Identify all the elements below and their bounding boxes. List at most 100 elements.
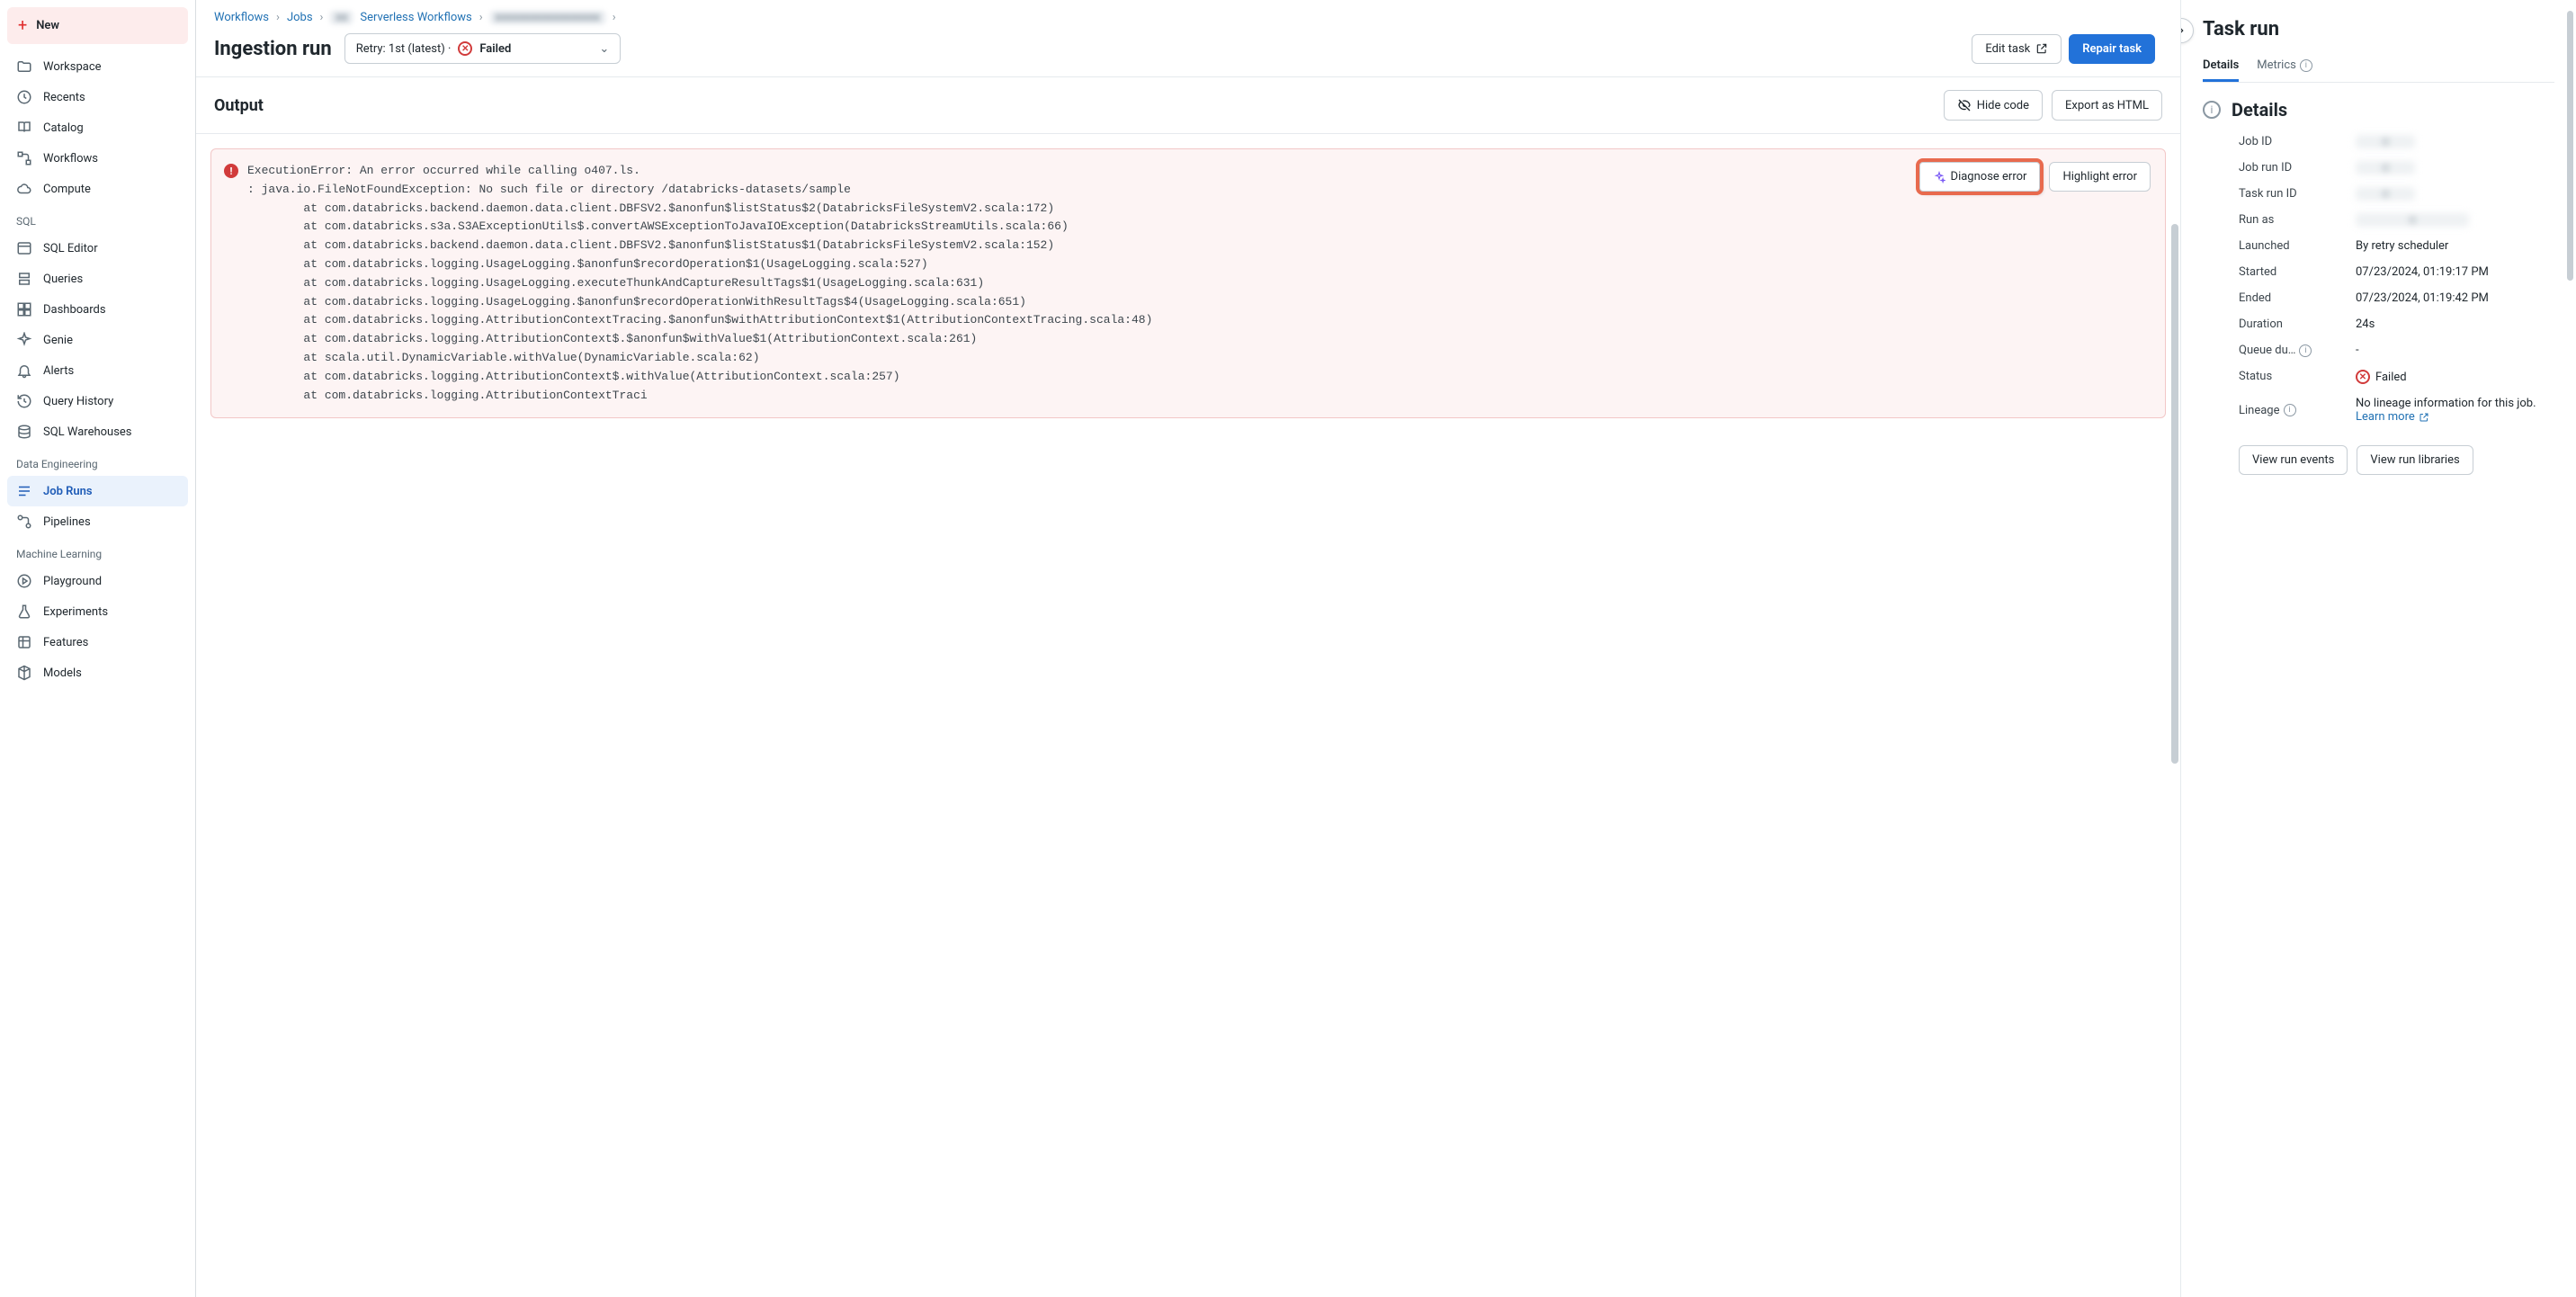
view-run-events-button[interactable]: View run events: [2239, 445, 2348, 475]
output-title: Output: [214, 96, 264, 115]
info-icon: i: [2284, 404, 2296, 416]
chevron-right-icon: ›: [276, 11, 280, 24]
clock-icon: [16, 89, 32, 105]
sidebar-item-genie[interactable]: Genie: [7, 325, 188, 355]
sidebar-item-query-history[interactable]: Query History: [7, 386, 188, 416]
sidebar-item-workflows[interactable]: Workflows: [7, 143, 188, 174]
sidebar-item-label: Workspace: [43, 60, 102, 74]
hide-code-button[interactable]: Hide code: [1944, 90, 2043, 121]
sidebar-item-label: Query History: [43, 395, 113, 408]
plus-icon: +: [18, 16, 27, 35]
page-title: Ingestion run: [214, 38, 332, 60]
learn-more-link[interactable]: Learn more: [2356, 410, 2429, 424]
sidebar-item-label: Experiments: [43, 605, 108, 619]
sidebar-item-label: Catalog: [43, 121, 84, 135]
breadcrumb-serverless[interactable]: Serverless Workflows: [360, 11, 471, 24]
features-icon: [16, 634, 32, 650]
repair-task-button[interactable]: Repair task: [2069, 34, 2155, 64]
retry-select[interactable]: Retry: 1st (latest) · ✕ Failed ⌄: [344, 33, 622, 64]
sidebar-item-label: Dashboards: [43, 303, 106, 317]
sidebar-item-label: Job Runs: [43, 485, 93, 498]
scrollbar[interactable]: [2171, 224, 2178, 764]
sidebar-item-label: Alerts: [43, 364, 74, 378]
label-started: Started: [2239, 265, 2338, 279]
sidebar-item-label: Queries: [43, 273, 83, 286]
job-run-id-value: x: [2356, 161, 2415, 174]
view-run-libraries-button[interactable]: View run libraries: [2357, 445, 2473, 475]
tab-details[interactable]: Details: [2203, 51, 2239, 82]
info-icon: i: [2300, 59, 2312, 72]
tab-metrics-label: Metrics: [2257, 58, 2296, 72]
sidebar-item-workspace[interactable]: Workspace: [7, 51, 188, 82]
label-job-id: Job ID: [2239, 135, 2338, 148]
run-as-value: x: [2356, 213, 2469, 227]
label-queue: Queue du…i: [2239, 344, 2338, 357]
pipeline-icon: [16, 514, 32, 530]
retry-status: Failed: [479, 42, 511, 56]
dashboard-icon: [16, 301, 32, 318]
export-html-button[interactable]: Export as HTML: [2052, 90, 2162, 121]
external-link-icon: [2035, 42, 2048, 55]
sidebar-item-label: SQL Editor: [43, 242, 98, 255]
details-heading: Details: [2232, 99, 2287, 121]
retry-label: Retry: 1st (latest) ·: [356, 42, 452, 56]
sidebar-item-sql-warehouses[interactable]: SQL Warehouses: [7, 416, 188, 447]
sidebar-item-playground[interactable]: Playground: [7, 566, 188, 596]
diagnose-error-button[interactable]: Diagnose error: [1919, 162, 2041, 192]
label-lineage: Lineagei: [2239, 397, 2338, 424]
error-box: ! Diagnose error Highlight error Executi…: [210, 148, 2166, 418]
details-header: i Details: [2203, 99, 2554, 121]
jobs-icon: [16, 483, 32, 499]
sidebar-item-dashboards[interactable]: Dashboards: [7, 294, 188, 325]
sidebar-item-pipelines[interactable]: Pipelines: [7, 506, 188, 537]
label-task-run-id: Task run ID: [2239, 187, 2338, 201]
title-row: Ingestion run Retry: 1st (latest) · ✕ Fa…: [214, 24, 2162, 76]
sidebar-item-label: Workflows: [43, 152, 98, 165]
sidebar-item-label: Genie: [43, 334, 73, 347]
sidebar-item-catalog[interactable]: Catalog: [7, 112, 188, 143]
breadcrumb-jobs[interactable]: Jobs: [287, 11, 313, 24]
sidebar-item-compute[interactable]: Compute: [7, 174, 188, 204]
hide-code-label: Hide code: [1977, 99, 2029, 112]
new-label: New: [36, 19, 59, 32]
output-bar: Output Hide code Export as HTML: [196, 76, 2180, 134]
sidebar-item-sql-editor[interactable]: SQL Editor: [7, 233, 188, 264]
sidebar-item-queries[interactable]: Queries: [7, 264, 188, 294]
error-icon: ✕: [2356, 370, 2370, 384]
header: Workflows › Jobs › xx Serverless Workflo…: [196, 0, 2180, 76]
sidebar-item-label: Pipelines: [43, 515, 91, 529]
sidebar-item-features[interactable]: Features: [7, 627, 188, 657]
scrollbar[interactable]: [2567, 11, 2573, 281]
chevron-right-icon: ›: [613, 11, 616, 24]
highlight-error-button[interactable]: Highlight error: [2049, 162, 2151, 192]
panel-tabs: Details Metrics i: [2203, 51, 2554, 83]
sparkle-icon: [1933, 171, 1945, 183]
error-icon: ✕: [458, 41, 472, 56]
sidebar-item-recents[interactable]: Recents: [7, 82, 188, 112]
chevron-right-icon: ›: [320, 11, 324, 24]
label-status: Status: [2239, 370, 2338, 384]
job-id-value: x: [2356, 135, 2415, 148]
error-icon: !: [224, 164, 238, 178]
sidebar-item-label: Recents: [43, 91, 85, 104]
sidebar-item-experiments[interactable]: Experiments: [7, 596, 188, 627]
sidebar-item-alerts[interactable]: Alerts: [7, 355, 188, 386]
sidebar-item-label: Models: [43, 666, 82, 680]
breadcrumb-redacted: xxxxxxxxxxxxxxxxxx: [490, 11, 605, 24]
section-machine-learning: Machine Learning: [7, 537, 188, 566]
sidebar-item-label: Compute: [43, 183, 91, 196]
warehouse-icon: [16, 424, 32, 440]
playground-icon: [16, 573, 32, 589]
edit-task-button[interactable]: Edit task: [1972, 34, 2062, 64]
tab-metrics[interactable]: Metrics i: [2257, 51, 2312, 82]
new-button[interactable]: + New: [7, 7, 188, 44]
status-value: ✕Failed: [2356, 370, 2554, 384]
breadcrumb-workflows[interactable]: Workflows: [214, 11, 269, 24]
edit-task-label: Edit task: [1985, 42, 2030, 56]
sidebar-item-job-runs[interactable]: Job Runs: [7, 476, 188, 506]
panel-title: Task run: [2203, 18, 2554, 40]
collapse-panel-button[interactable]: [2180, 18, 2194, 43]
sidebar-item-models[interactable]: Models: [7, 657, 188, 688]
sidebar: + New Workspace Recents Catalog Workflow…: [0, 0, 196, 1297]
model-icon: [16, 665, 32, 681]
